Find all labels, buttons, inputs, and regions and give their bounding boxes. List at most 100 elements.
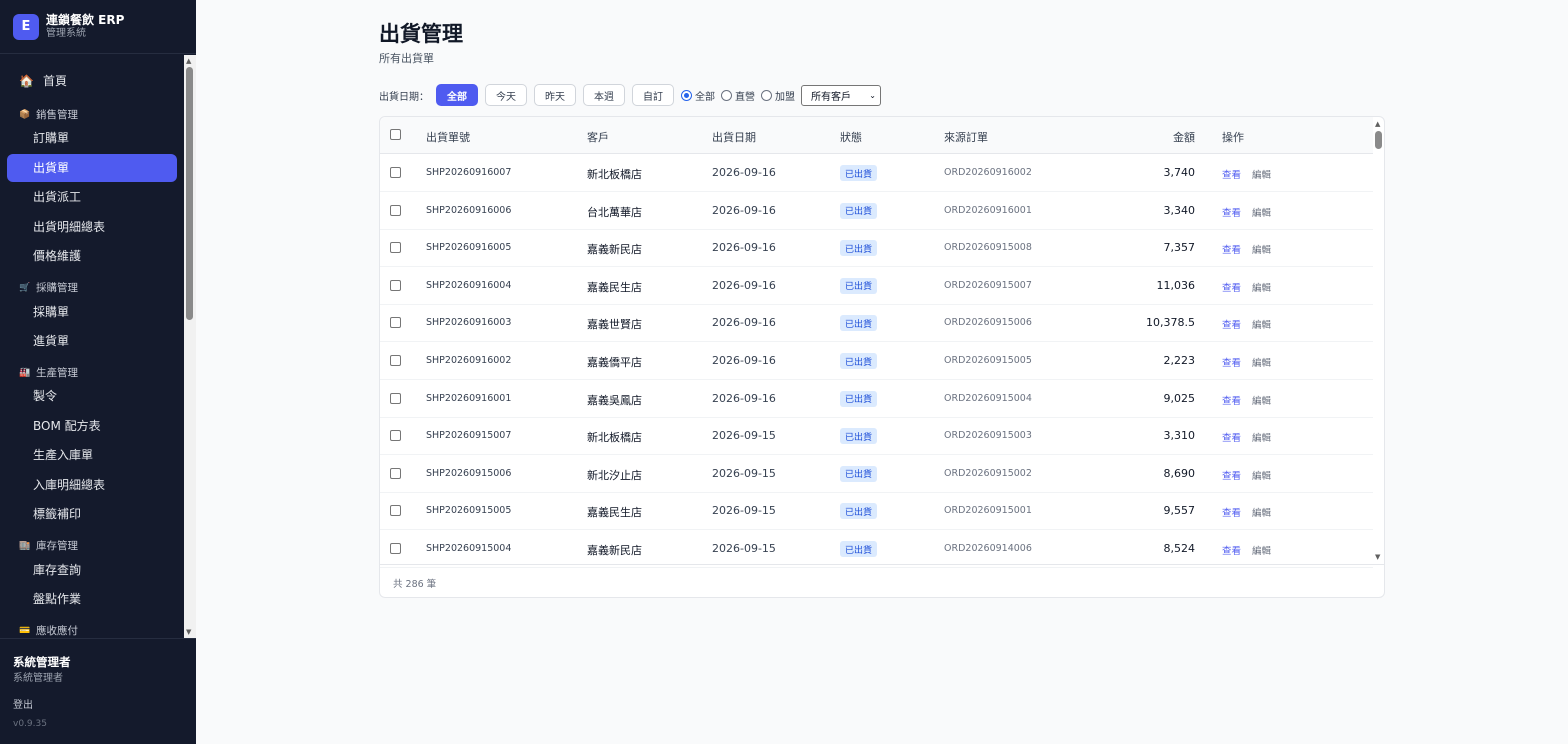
table-row[interactable]: SHP20260916004 嘉義民生店 2026-09-16 已出貨 ORD20260…: [380, 267, 1373, 305]
row-checkbox[interactable]: [390, 167, 401, 178]
sidebar-nav: 🏠 首頁 📦 銷售管理 訂購單 出貨單 出貨派工 出貨明細總表 價格維護 🛒 採…: [0, 55, 184, 638]
column-header-shipment-no[interactable]: 出貨單號: [426, 129, 470, 145]
sidebar-section-purchasing[interactable]: 🛒 採購管理: [19, 280, 78, 295]
scroll-down-arrow-icon[interactable]: ▼: [186, 628, 191, 636]
radio-unchecked-icon[interactable]: [721, 89, 732, 101]
sidebar-item-shipment-details[interactable]: 出貨明細總表: [33, 220, 105, 234]
select-all-checkbox[interactable]: [390, 129, 401, 140]
table-row[interactable]: SHP20260916003 嘉義世賢店 2026-09-16 已出貨 ORD20260…: [380, 304, 1373, 343]
view-link[interactable]: 查看: [1222, 468, 1241, 482]
table-row[interactable]: SHP20260916007 新北板橋店 2026-09-16 已出貨 ORD20260…: [380, 154, 1373, 192]
view-link[interactable]: 查看: [1222, 280, 1241, 294]
sidebar-item-receipt-details[interactable]: 入庫明細總表: [33, 478, 105, 492]
table-scroll-thumb[interactable]: [1375, 131, 1382, 149]
column-header-status[interactable]: 狀態: [840, 129, 862, 145]
column-header-date[interactable]: 出貨日期: [712, 129, 756, 145]
row-checkbox[interactable]: [390, 204, 401, 216]
row-checkbox[interactable]: [390, 505, 401, 517]
view-link[interactable]: 查看: [1222, 393, 1241, 407]
scroll-up-arrow-icon[interactable]: ▲: [1375, 120, 1380, 128]
edit-link[interactable]: 編輯: [1252, 280, 1271, 294]
store-type-radio-franchise[interactable]: 加盟: [761, 88, 795, 103]
sidebar-item-label-reprint[interactable]: 標籤補印: [33, 507, 81, 521]
column-header-amount[interactable]: 金額: [1172, 129, 1195, 145]
table-row[interactable]: SHP20260915004 嘉義新民店 2026-09-15 已出貨 ORD20260…: [380, 530, 1373, 568]
sidebar-item-receiving[interactable]: 進貨單: [33, 334, 69, 348]
edit-link[interactable]: 編輯: [1252, 543, 1271, 557]
view-link[interactable]: 查看: [1222, 167, 1241, 181]
sidebar-item-stock-query[interactable]: 庫存查詢: [33, 563, 81, 577]
date-chip-custom[interactable]: 自訂: [632, 84, 674, 106]
sidebar-item-pricing[interactable]: 價格維護: [33, 249, 81, 263]
sidebar-item-dispatch[interactable]: 出貨派工: [33, 190, 81, 204]
table-row[interactable]: SHP20260915007 新北板橋店 2026-09-15 已出貨 ORD20260…: [380, 417, 1373, 456]
row-checkbox[interactable]: [390, 392, 401, 404]
sidebar-section-finance[interactable]: 💳 應收應付: [19, 623, 78, 638]
view-link[interactable]: 查看: [1222, 505, 1241, 519]
row-checkbox[interactable]: [390, 279, 401, 291]
store-type-radio-all[interactable]: 全部: [681, 88, 715, 103]
sidebar-scroll-thumb[interactable]: [186, 67, 193, 320]
table-row[interactable]: SHP20260916005 嘉義新民店 2026-09-16 已出貨 ORD20260…: [380, 229, 1373, 268]
sidebar-item-stocktake[interactable]: 盤點作業: [33, 592, 81, 606]
table-scrollbar[interactable]: ▲ ▼: [1373, 117, 1385, 563]
edit-link[interactable]: 編輯: [1252, 242, 1271, 256]
customer-name: 台北萬華店: [587, 205, 642, 219]
radio-checked-icon[interactable]: [681, 89, 692, 101]
row-checkbox[interactable]: [390, 467, 401, 479]
sidebar-item-purchase-orders[interactable]: 採購單: [33, 305, 69, 319]
table-row[interactable]: SHP20260916002 嘉義僑平店 2026-09-16 已出貨 ORD20260…: [380, 342, 1373, 380]
edit-link[interactable]: 編輯: [1252, 167, 1271, 181]
edit-link[interactable]: 編輯: [1252, 468, 1271, 482]
view-link[interactable]: 查看: [1222, 543, 1241, 557]
sidebar-item-home[interactable]: 🏠 首頁: [19, 74, 67, 88]
sidebar-item-bom[interactable]: BOM 配方表: [33, 419, 101, 433]
table-row[interactable]: SHP20260915005 嘉義民生店 2026-09-15 已出貨 ORD20260…: [380, 492, 1373, 531]
sidebar-item-production-receipt[interactable]: 生產入庫單: [33, 448, 93, 462]
app-version: v0.9.35: [13, 719, 47, 729]
sidebar-item-work-orders[interactable]: 製令: [33, 389, 57, 403]
brand[interactable]: E 連鎖餐飲 ERP 管理系統: [0, 0, 196, 54]
row-checkbox[interactable]: [390, 430, 401, 442]
store-type-radio-direct[interactable]: 直營: [721, 88, 755, 103]
date-chip-this-week[interactable]: 本週: [583, 84, 625, 106]
sidebar-item-shipments[interactable]: 出貨單: [33, 161, 69, 175]
date-chip-yesterday[interactable]: 昨天: [534, 84, 576, 106]
sidebar-item-orders[interactable]: 訂購單: [33, 131, 69, 145]
view-link[interactable]: 查看: [1222, 205, 1241, 219]
edit-link[interactable]: 編輯: [1252, 430, 1271, 444]
row-checkbox[interactable]: [390, 543, 401, 554]
edit-link[interactable]: 編輯: [1252, 393, 1271, 407]
row-checkbox[interactable]: [390, 242, 401, 254]
date-chip-today[interactable]: 今天: [485, 84, 527, 106]
scroll-down-arrow-icon[interactable]: ▼: [1375, 553, 1380, 561]
edit-link[interactable]: 編輯: [1252, 505, 1271, 519]
customer-name: 新北汐止店: [587, 468, 642, 482]
sidebar-section-inventory[interactable]: 🏬 庫存管理: [19, 538, 78, 553]
edit-link[interactable]: 編輯: [1252, 317, 1271, 331]
sidebar-section-production[interactable]: 🏭 生產管理: [19, 365, 78, 380]
view-link[interactable]: 查看: [1222, 317, 1241, 331]
edit-link[interactable]: 編輯: [1252, 355, 1271, 369]
status-badge: 已出貨: [840, 277, 878, 294]
row-checkbox[interactable]: [390, 355, 401, 366]
table-row[interactable]: SHP20260915006 新北汐止店 2026-09-15 已出貨 ORD20260…: [380, 455, 1373, 493]
customer-select[interactable]: 所有客戶 ⌄: [801, 84, 881, 106]
view-link[interactable]: 查看: [1222, 430, 1241, 444]
column-header-customer[interactable]: 客戶: [587, 129, 609, 145]
row-checkbox[interactable]: [390, 317, 401, 329]
edit-link[interactable]: 編輯: [1252, 205, 1271, 219]
table-row[interactable]: SHP20260916006 台北萬華店 2026-09-16 已出貨 ORD20260…: [380, 192, 1373, 230]
scroll-up-arrow-icon[interactable]: ▲: [186, 57, 191, 65]
sidebar-section-sales[interactable]: 📦 銷售管理: [19, 107, 78, 122]
date-chip-all[interactable]: 全部: [436, 84, 478, 106]
sidebar-scrollbar[interactable]: ▲ ▼: [184, 55, 196, 638]
logout-link[interactable]: 登出: [13, 696, 33, 711]
status-badge: 已出貨: [840, 428, 878, 445]
radio-unchecked-icon[interactable]: [761, 89, 772, 101]
table-row[interactable]: SHP20260916001 嘉義吳鳳店 2026-09-16 已出貨 ORD20260…: [380, 380, 1373, 418]
view-link[interactable]: 查看: [1222, 355, 1241, 369]
column-header-source-order[interactable]: 來源訂單: [944, 129, 988, 145]
view-link[interactable]: 查看: [1222, 242, 1241, 256]
radio-label: 全部: [695, 91, 715, 103]
